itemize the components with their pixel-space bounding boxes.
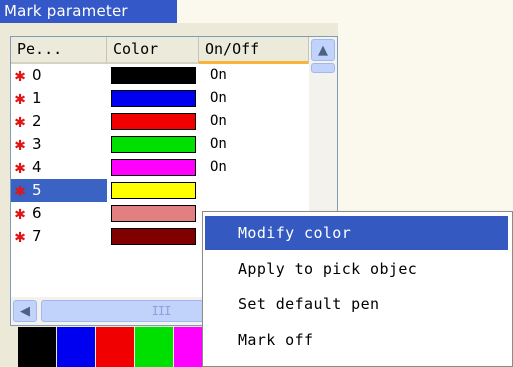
- pen-marker-icon: ✱: [14, 226, 26, 247]
- pen-number: 1: [32, 89, 42, 107]
- pen-cell: ✱ 5: [11, 179, 107, 202]
- pen-color-swatch[interactable]: [111, 182, 196, 199]
- pen-color-swatch[interactable]: [111, 228, 196, 245]
- pen-number: 5: [32, 181, 42, 199]
- pen-marker-icon: ✱: [14, 65, 26, 86]
- pen-cell: ✱ 0: [11, 64, 107, 87]
- pen-number: 4: [32, 158, 42, 176]
- grip-icon: III: [151, 304, 172, 318]
- pen-cell: ✱ 3: [11, 133, 107, 156]
- pen-marker-icon: ✱: [14, 111, 26, 132]
- pen-cell: ✱ 1: [11, 87, 107, 110]
- palette-color-swatch[interactable]: [57, 327, 95, 367]
- panel-title: Mark parameter: [0, 0, 177, 23]
- column-header-onoff[interactable]: On/Off: [199, 37, 309, 64]
- chevron-left-icon: ◀: [20, 303, 30, 319]
- pen-marker-icon: ✱: [14, 88, 26, 109]
- pen-color-swatch[interactable]: [111, 90, 196, 107]
- pen-marker-icon: ✱: [14, 134, 26, 155]
- menu-item-modify-color[interactable]: Modify color: [205, 216, 508, 250]
- scroll-left-button[interactable]: ◀: [13, 300, 37, 322]
- pen-row[interactable]: ✱ 1 On: [11, 87, 309, 110]
- pen-onoff-value[interactable]: On: [210, 156, 227, 179]
- pen-row[interactable]: ✱ 4 On: [11, 156, 309, 179]
- palette-color-swatch[interactable]: [96, 327, 134, 367]
- pen-row[interactable]: ✱ 0 On: [11, 64, 309, 87]
- scroll-up-button[interactable]: ▲: [311, 39, 335, 61]
- column-header-color[interactable]: Color: [107, 37, 199, 64]
- pen-marker-icon: ✱: [14, 180, 26, 201]
- pen-onoff-value[interactable]: On: [210, 110, 227, 133]
- pen-color-swatch[interactable]: [111, 159, 196, 176]
- pen-color-swatch[interactable]: [111, 136, 196, 153]
- pen-number: 7: [32, 227, 42, 245]
- chevron-up-icon: ▲: [318, 42, 328, 58]
- menu-item-apply-to-pick-object[interactable]: Apply to pick objec: [205, 252, 508, 286]
- context-menu: Modify color Apply to pick objec Set defau…: [202, 211, 513, 367]
- pen-onoff-value[interactable]: On: [210, 87, 227, 110]
- pen-cell: ✱ 7: [11, 225, 107, 248]
- pen-onoff-value[interactable]: On: [210, 64, 227, 87]
- pen-marker-icon: ✱: [14, 203, 26, 224]
- pen-row[interactable]: ✱ 2 On: [11, 110, 309, 133]
- list-header: Pe... Color On/Off: [11, 37, 309, 64]
- pen-cell: ✱ 4: [11, 156, 107, 179]
- pen-color-swatch[interactable]: [111, 113, 196, 130]
- color-palette: [18, 327, 213, 367]
- pen-number: 2: [32, 112, 42, 130]
- pen-cell: ✱ 6: [11, 202, 107, 225]
- palette-color-swatch[interactable]: [135, 327, 173, 367]
- vertical-scroll-thumb[interactable]: [311, 63, 335, 73]
- pen-onoff-value[interactable]: On: [210, 133, 227, 156]
- pen-number: 0: [32, 66, 42, 84]
- menu-item-set-default-pen[interactable]: Set default pen: [205, 287, 508, 321]
- menu-item-mark-off[interactable]: Mark off: [205, 323, 508, 357]
- pen-cell: ✱ 2: [11, 110, 107, 133]
- pen-row[interactable]: ✱ 5: [11, 179, 309, 202]
- pen-marker-icon: ✱: [14, 157, 26, 178]
- palette-color-swatch[interactable]: [18, 327, 56, 367]
- pen-row[interactable]: ✱ 3 On: [11, 133, 309, 156]
- pen-number: 3: [32, 135, 42, 153]
- column-header-pen[interactable]: Pe...: [11, 37, 107, 64]
- pen-color-swatch[interactable]: [111, 67, 196, 84]
- pen-color-swatch[interactable]: [111, 205, 196, 222]
- pen-number: 6: [32, 204, 42, 222]
